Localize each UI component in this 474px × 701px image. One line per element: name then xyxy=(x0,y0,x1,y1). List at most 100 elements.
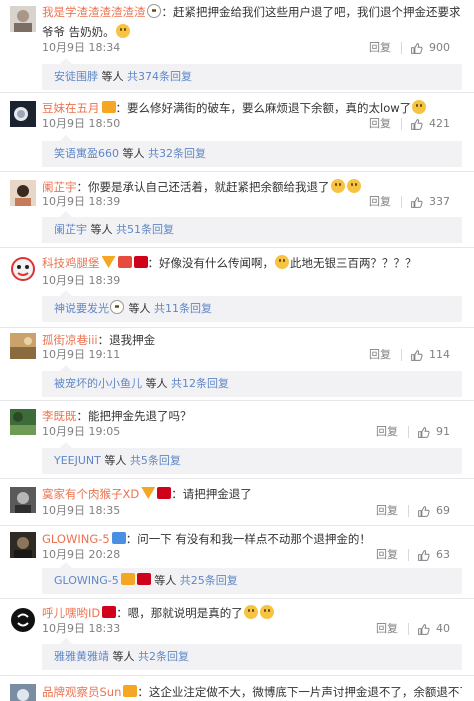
reply-username[interactable]: 被宠坏的小小鱼儿 xyxy=(54,377,142,390)
like-button[interactable]: 421 xyxy=(410,116,450,132)
comment-username[interactable]: 孤街凉巷iii xyxy=(42,333,98,347)
divider xyxy=(0,525,474,526)
emoji-icon xyxy=(346,179,361,193)
level-badge-icon xyxy=(117,256,132,268)
reply-username[interactable]: 笑语寓盈660 xyxy=(54,147,119,160)
avatar[interactable] xyxy=(10,101,36,127)
avatar[interactable] xyxy=(10,180,36,206)
member-badge-icon xyxy=(157,487,172,499)
reply-username[interactable]: 阑芷宇 xyxy=(54,223,87,236)
avatar[interactable] xyxy=(10,607,36,633)
divider xyxy=(0,478,474,479)
reply-count[interactable]: 共2条回复 xyxy=(138,650,189,663)
badge-icon xyxy=(111,532,126,544)
avatar[interactable] xyxy=(10,532,36,558)
divider xyxy=(0,598,474,599)
reply-summary[interactable]: 神说要发光 等人 共11条回复 xyxy=(42,290,462,322)
like-button[interactable]: 114 xyxy=(410,347,450,363)
reply-summary[interactable]: YEEJUNT 等人 共5条回复 xyxy=(42,442,462,474)
reply-count[interactable]: 共11条回复 xyxy=(154,302,212,315)
comment-content: ：这企业注定做不大，微博底下一片声讨押金退不了，余额退不了，公关部也没 xyxy=(137,685,462,699)
reply-count[interactable]: 共25条回复 xyxy=(180,574,238,587)
reply-button[interactable]: 回复 xyxy=(369,194,391,210)
comment-meta: 10月9日 18:39 xyxy=(42,273,462,289)
emoji-icon xyxy=(330,179,345,193)
laughing-emoji-icon xyxy=(243,605,258,619)
comment-meta: 10月9日 18:33 回复 40 xyxy=(42,621,462,637)
comment-meta: 10月9日 18:39 回复 337 xyxy=(42,194,462,210)
like-count: 40 xyxy=(436,622,450,635)
reply-username[interactable]: GLOWING-5 xyxy=(54,574,119,587)
comment-content: ：请把押金退了 xyxy=(171,487,252,501)
like-button[interactable]: 40 xyxy=(417,621,450,637)
others-label: 等人 xyxy=(112,650,135,663)
reply-count[interactable]: 共5条回复 xyxy=(130,454,181,467)
comment-username[interactable]: GLOWING-5 xyxy=(42,532,110,546)
comment-username[interactable]: 我是学渣渣渣渣渣渣 xyxy=(42,5,146,19)
like-count: 69 xyxy=(436,504,450,517)
like-button[interactable]: 69 xyxy=(417,503,450,519)
badge-icon xyxy=(123,685,138,697)
avatar[interactable] xyxy=(10,333,36,359)
comment-meta: 10月9日 18:50 回复 421 xyxy=(42,116,462,132)
comment-username[interactable]: 豆妹在五月 xyxy=(42,101,100,115)
reply-button[interactable]: 回复 xyxy=(376,621,398,637)
like-count: 114 xyxy=(429,348,450,361)
thumbs-up-icon xyxy=(411,349,423,361)
reply-username[interactable]: 安徒围脖 xyxy=(54,70,98,83)
reply-summary[interactable]: GLOWING-5 等人 共25条回复 xyxy=(42,562,462,594)
like-count: 337 xyxy=(429,195,450,208)
reply-button[interactable]: 回复 xyxy=(369,40,391,56)
like-button[interactable]: 63 xyxy=(417,547,450,563)
reply-button[interactable]: 回复 xyxy=(376,424,398,440)
reply-username[interactable]: 神说要发光 xyxy=(54,302,109,315)
comment-username[interactable]: 呼儿嘿哟ID xyxy=(42,606,100,620)
reply-summary[interactable]: 安徒围脖 等人 共374条回复 xyxy=(42,58,462,90)
divider xyxy=(408,505,409,517)
divider xyxy=(0,92,474,93)
reply-button[interactable]: 回复 xyxy=(369,347,391,363)
reply-button[interactable]: 回复 xyxy=(376,503,398,519)
comment-username[interactable]: 阑芷宇 xyxy=(42,180,77,194)
divider xyxy=(401,196,402,208)
like-button[interactable]: 91 xyxy=(417,424,450,440)
reply-summary[interactable]: 阑芷宇 等人 共51条回复 xyxy=(42,211,462,243)
reply-count[interactable]: 共12条回复 xyxy=(171,377,229,390)
comment-content: ：退我押金 xyxy=(97,333,156,347)
reply-summary[interactable]: 雅雅黄雅靖 等人 共2条回复 xyxy=(42,638,462,670)
reply-count[interactable]: 共51条回复 xyxy=(116,223,174,236)
reply-summary[interactable]: 笑语寓盈660 等人 共32条回复 xyxy=(42,135,462,167)
comment-username[interactable]: 科技鸡腿堡 xyxy=(42,256,100,270)
avatar[interactable] xyxy=(10,256,36,282)
comment-meta: 10月9日 19:11 回复 114 xyxy=(42,347,462,363)
others-label: 等人 xyxy=(90,223,113,236)
others-label: 等人 xyxy=(101,70,124,83)
reply-username[interactable]: YEEJUNT xyxy=(54,454,101,467)
comment-username[interactable]: 寞家有个肉猴子XD xyxy=(42,487,139,501)
reply-button[interactable]: 回复 xyxy=(376,547,398,563)
comment-meta: 10月9日 18:34 回复 900 xyxy=(42,40,462,56)
avatar[interactable] xyxy=(10,409,36,435)
comment-time: 10月9日 18:39 xyxy=(42,195,121,208)
reply-username[interactable]: 雅雅黄雅靖 xyxy=(54,650,109,663)
like-button[interactable]: 337 xyxy=(410,194,450,210)
avatar[interactable] xyxy=(10,6,36,32)
reply-count[interactable]: 共32条回复 xyxy=(148,147,206,160)
reply-summary[interactable]: 被宠坏的小小鱼儿 等人 共12条回复 xyxy=(42,365,462,397)
comment-username[interactable]: 李既既 xyxy=(42,409,77,423)
reply-button[interactable]: 回复 xyxy=(369,116,391,132)
panda-icon xyxy=(110,300,124,314)
avatar[interactable] xyxy=(10,684,36,701)
like-count: 63 xyxy=(436,548,450,561)
thumbs-up-icon xyxy=(418,623,430,635)
reply-count[interactable]: 共374条回复 xyxy=(127,70,192,83)
others-label: 等人 xyxy=(154,574,177,587)
comment-username[interactable]: 品牌观察员Sun xyxy=(42,685,121,699)
avatar[interactable] xyxy=(10,487,36,513)
member-badge-icon xyxy=(133,256,148,268)
like-button[interactable]: 900 xyxy=(410,40,450,56)
divider xyxy=(0,327,474,328)
comment-time: 10月9日 18:35 xyxy=(42,504,121,517)
comment-text: 呼儿嘿哟ID ：嗯，那就说明是真的了 xyxy=(42,603,462,623)
divider xyxy=(401,42,402,54)
